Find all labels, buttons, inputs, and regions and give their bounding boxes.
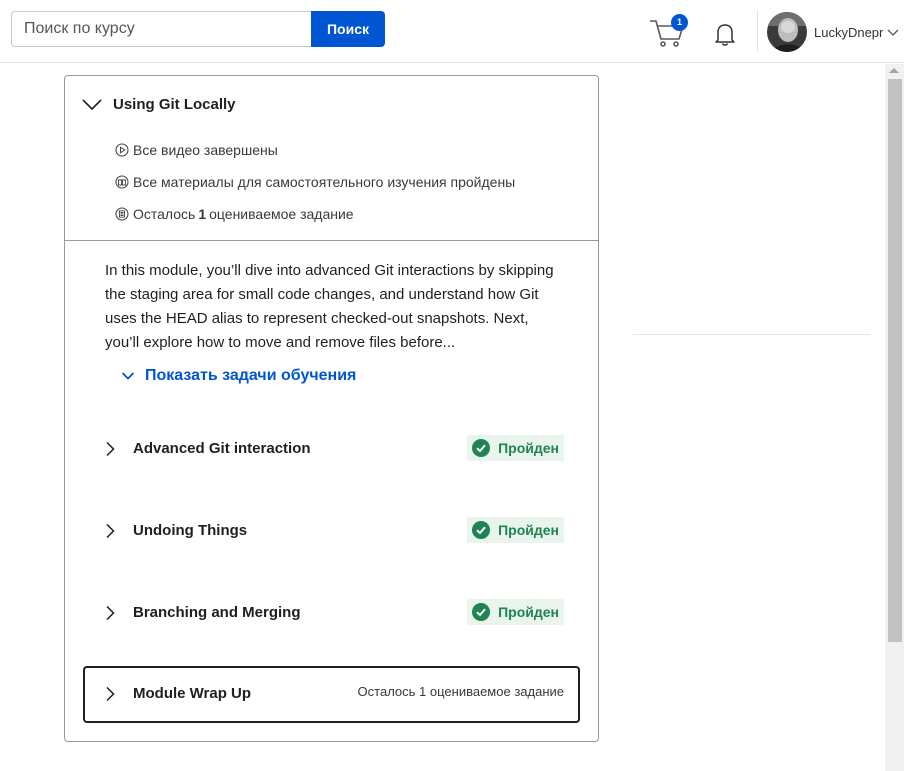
avatar[interactable] <box>767 12 807 52</box>
chevron-right-icon <box>106 441 115 457</box>
chevron-right-icon <box>106 686 115 702</box>
module-card: Using Git Locally Все видео завершены Вс… <box>64 75 599 742</box>
check-circle-icon <box>472 439 491 457</box>
lesson-item-branching-and-merging[interactable]: Branching and Merging Пройден <box>83 585 580 641</box>
assignment-icon <box>115 207 129 221</box>
check-circle-icon <box>472 521 491 539</box>
username[interactable]: LuckyDnepr <box>814 25 883 40</box>
lesson-title: Undoing Things <box>133 522 248 539</box>
chevron-down-icon[interactable] <box>886 27 900 37</box>
module-description: In this module, you’ll dive into advance… <box>105 262 554 351</box>
chevron-right-icon <box>106 523 115 539</box>
videos-status-text: Все видео завершены <box>133 142 278 158</box>
graded-status-suffix: оцениваемое задание <box>209 206 354 222</box>
play-circle-icon <box>115 143 129 157</box>
lesson-item-advanced-git-interaction[interactable]: Advanced Git interaction Пройден <box>83 421 580 477</box>
scroll-up-arrow[interactable] <box>889 68 899 73</box>
remaining-assignments-text: Осталось 1 оцениваемое задание <box>357 684 564 699</box>
reading-icon <box>115 175 129 189</box>
completed-badge: Пройден <box>467 435 564 461</box>
search-button[interactable]: Поиск <box>311 11 385 47</box>
cart-count-badge: 1 <box>671 14 688 31</box>
lesson-item-undoing-things[interactable]: Undoing Things Пройден <box>83 503 580 559</box>
top-header: Поиск 1 LuckyDnepr <box>0 0 904 63</box>
completed-badge-label: Пройден <box>498 522 559 538</box>
show-learning-goals-label: Показать задачи обучения <box>145 367 357 384</box>
header-divider <box>757 10 758 52</box>
lesson-title: Module Wrap Up <box>133 685 252 702</box>
videos-status: Все видео завершены <box>115 142 278 158</box>
search-input[interactable] <box>11 11 312 47</box>
graded-status-count: 1 <box>198 206 207 222</box>
lesson-title: Advanced Git interaction <box>133 440 311 457</box>
completed-badge: Пройден <box>467 517 564 543</box>
graded-status-prefix: Осталось <box>133 206 196 222</box>
show-learning-goals-link[interactable]: Показать задачи обучения <box>121 367 356 385</box>
check-circle-icon <box>472 603 491 621</box>
module-title[interactable]: Using Git Locally <box>113 96 236 113</box>
lesson-item-module-wrap-up[interactable]: Module Wrap Up Осталось 1 оцениваемое за… <box>83 666 580 723</box>
completed-badge-label: Пройден <box>498 604 559 620</box>
bell-icon[interactable] <box>710 19 740 49</box>
lesson-title: Branching and Merging <box>133 604 301 621</box>
right-divider <box>633 334 870 335</box>
collapse-chevron-icon[interactable] <box>81 96 103 112</box>
readings-status: Все материалы для самостоятельного изуче… <box>115 174 515 190</box>
completed-badge: Пройден <box>467 599 564 625</box>
completed-badge-label: Пройден <box>498 440 559 456</box>
readings-status-text: Все материалы для самостоятельного изуче… <box>133 174 516 190</box>
graded-status: Осталось 1 оцениваемое задание <box>115 206 354 222</box>
chevron-right-icon <box>106 605 115 621</box>
chevron-down-icon <box>121 372 135 380</box>
module-header: Using Git Locally Все видео завершены Вс… <box>65 76 598 241</box>
scroll-thumb[interactable] <box>888 79 902 642</box>
